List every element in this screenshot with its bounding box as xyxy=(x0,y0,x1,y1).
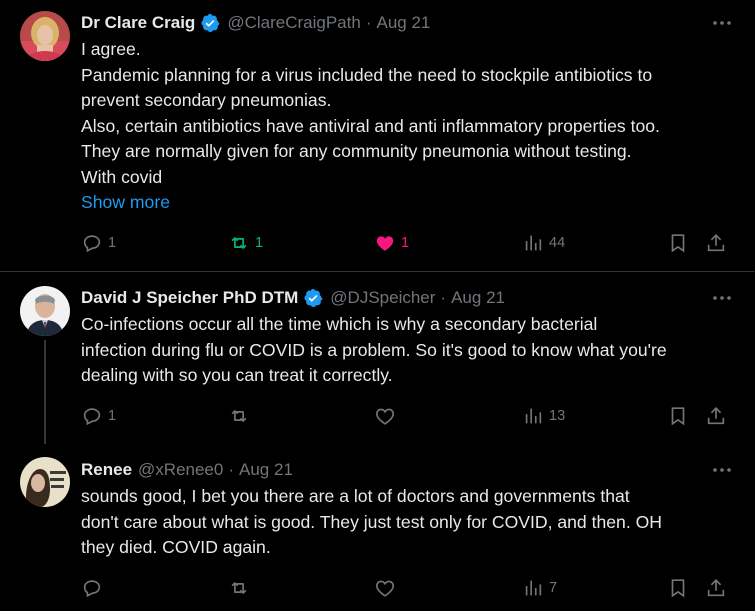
action-bar: 1 1 1 44 xyxy=(81,231,731,255)
timestamp[interactable]: Aug 21 xyxy=(451,288,505,308)
share-icon xyxy=(707,579,725,597)
separator-dot: · xyxy=(228,460,235,479)
tweet-text-line: With covid xyxy=(81,166,163,187)
views-chart-icon xyxy=(525,235,542,251)
avatar-image xyxy=(20,457,70,507)
tweet-text-line: I agree. xyxy=(81,39,141,59)
like-button[interactable] xyxy=(374,576,401,600)
views-button[interactable]: 7 xyxy=(522,576,557,600)
avatar-image xyxy=(20,11,70,61)
view-count: 44 xyxy=(549,235,566,251)
tweet-text: sounds good, I bet you there are a lot o… xyxy=(81,484,733,561)
retweet-button[interactable]: 1 xyxy=(228,231,263,255)
heart-icon xyxy=(376,408,394,425)
tweet-text-line: they died. COVID again. xyxy=(81,537,271,557)
retweet-icon xyxy=(231,582,247,594)
tweet-header: David J Speicher PhD DTM @DJSpeicher · A… xyxy=(81,286,733,310)
tweet-text-line: sounds good, I bet you there are a lot o… xyxy=(81,486,630,506)
timestamp[interactable]: Aug 21 xyxy=(376,13,430,33)
author-handle[interactable]: @xRenee0 xyxy=(138,460,223,480)
views-button[interactable]: 13 xyxy=(522,404,565,428)
reply-count: 1 xyxy=(108,235,117,251)
like-button[interactable]: 1 xyxy=(374,231,409,255)
reply-button[interactable]: 1 xyxy=(81,231,116,255)
verified-badge-icon xyxy=(304,288,323,307)
share-button[interactable] xyxy=(705,576,727,600)
views-button[interactable]: 44 xyxy=(522,231,565,255)
share-button[interactable] xyxy=(705,404,727,428)
tweet-text-line: Pandemic planning for a virus included t… xyxy=(81,64,653,85)
author-handle[interactable]: @ClareCraigPath xyxy=(227,13,360,33)
tweet-text-line: don't care about what is good. They just… xyxy=(81,511,663,532)
tweet-text-line: Also, certain antibiotics have antiviral… xyxy=(81,115,660,136)
avatar[interactable] xyxy=(20,286,70,336)
tweet-2[interactable]: David J Speicher PhD DTM @DJSpeicher · A… xyxy=(0,272,755,445)
separator-dot: · xyxy=(440,288,447,307)
separator-dot: · xyxy=(365,13,372,32)
verified-badge-icon xyxy=(201,13,220,32)
tweet-text: I agree. Pandemic planning for a virus i… xyxy=(81,37,733,190)
author-handle[interactable]: @DJSpeicher xyxy=(330,288,435,308)
timestamp[interactable]: Aug 21 xyxy=(239,460,293,480)
show-more-link[interactable]: Show more xyxy=(81,190,170,216)
avatar-image xyxy=(20,286,70,336)
tweet-header: Dr Clare Craig @ClareCraigPath · Aug 21 xyxy=(81,11,733,35)
retweet-button[interactable] xyxy=(228,404,255,428)
tweet-1[interactable]: Dr Clare Craig @ClareCraigPath · Aug 21 … xyxy=(0,0,755,271)
heart-icon xyxy=(376,580,394,597)
tweet-3[interactable]: Renee @xRenee0 · Aug 21 sounds good, I b… xyxy=(0,445,755,611)
reply-icon xyxy=(83,580,101,598)
view-count: 13 xyxy=(549,408,566,424)
tweet-header: Renee @xRenee0 · Aug 21 xyxy=(81,458,733,482)
share-icon xyxy=(707,407,725,425)
like-button[interactable] xyxy=(374,404,401,428)
more-options-icon[interactable] xyxy=(711,460,733,480)
reply-button[interactable] xyxy=(81,576,108,600)
retweet-button[interactable] xyxy=(228,576,255,600)
tweet-text-line: prevent secondary pneumonias. xyxy=(81,90,332,110)
retweet-count: 1 xyxy=(255,235,264,251)
views-chart-icon xyxy=(525,408,542,424)
retweet-icon xyxy=(231,410,247,422)
tweet-text: Co-infections occur all the time which i… xyxy=(81,312,733,389)
reply-button[interactable]: 1 xyxy=(81,404,116,428)
author-name[interactable]: Dr Clare Craig xyxy=(81,13,195,33)
share-button[interactable] xyxy=(705,231,727,255)
author-name[interactable]: David J Speicher PhD DTM xyxy=(81,288,298,308)
more-options-icon[interactable] xyxy=(711,13,733,33)
avatar[interactable] xyxy=(20,457,70,507)
like-count: 1 xyxy=(401,235,410,251)
tweet-text-line: Co-infections occur all the time which i… xyxy=(81,314,598,334)
bookmark-icon xyxy=(671,234,685,253)
reply-count: 1 xyxy=(108,408,117,424)
reply-icon xyxy=(83,408,101,426)
action-bar: 1 13 xyxy=(81,404,731,428)
tweet-text-line: dealing with so you can treat it correct… xyxy=(81,365,393,385)
bookmark-icon xyxy=(671,407,685,426)
author-name[interactable]: Renee xyxy=(81,460,132,480)
retweet-icon xyxy=(231,237,247,249)
avatar[interactable] xyxy=(20,11,70,61)
more-options-icon[interactable] xyxy=(711,288,733,308)
bookmark-button[interactable] xyxy=(667,231,689,255)
heart-filled-icon xyxy=(376,236,394,251)
view-count: 7 xyxy=(549,580,558,596)
bookmark-button[interactable] xyxy=(667,404,689,428)
tweet-text-line: infection during flu or COVID is a probl… xyxy=(81,339,667,360)
share-icon xyxy=(707,234,725,252)
tweet-text-line: They are normally given for any communit… xyxy=(81,141,632,161)
bookmark-icon xyxy=(671,579,685,598)
reply-icon xyxy=(83,235,101,253)
views-chart-icon xyxy=(525,580,542,596)
action-bar: 7 xyxy=(81,576,731,600)
bookmark-button[interactable] xyxy=(667,576,689,600)
